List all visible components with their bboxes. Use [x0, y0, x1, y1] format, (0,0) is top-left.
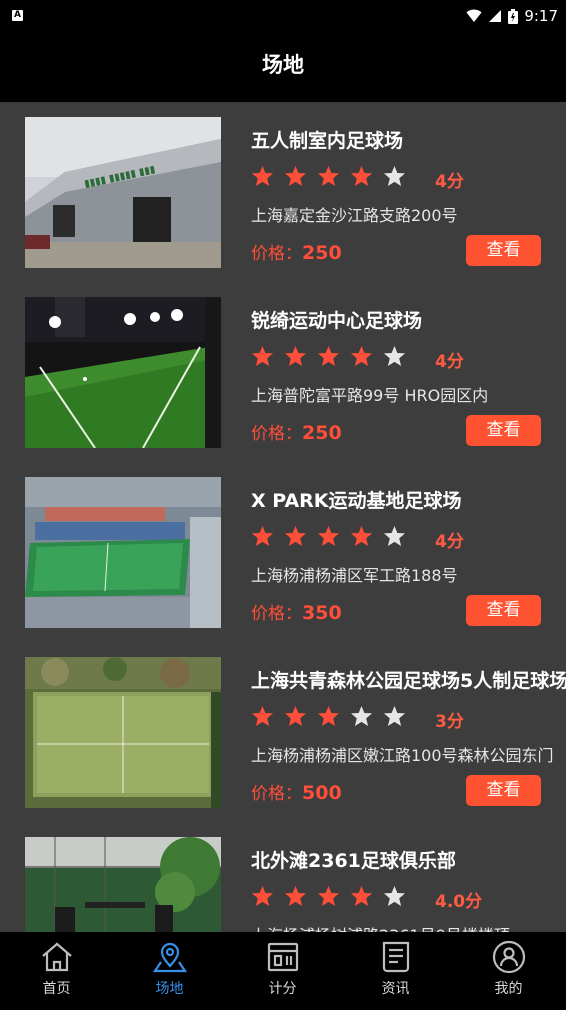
star-empty-icon	[383, 705, 406, 727]
venue-score: 4分	[435, 352, 464, 372]
price-label: 价格：	[251, 784, 302, 804]
title-bar: 场地	[0, 32, 566, 102]
status-bar: A 9:17	[0, 0, 566, 32]
venue-card[interactable]: 上海共青森林公园足球场5人制足球场 3分 上海杨浦杨浦区嫩江路100号森林公园东…	[0, 642, 566, 822]
venue-address: 上海普陀富平路99号 HRO园区内	[251, 386, 489, 405]
venue-address: 上海杨浦杨浦区军工路188号	[251, 566, 458, 585]
tab-label: 首页	[42, 981, 71, 997]
venue-name: X PARK运动基地足球场	[251, 490, 462, 512]
venue-price: 价格：250	[251, 419, 342, 444]
price-value: 500	[302, 782, 342, 804]
venue-photo	[25, 477, 221, 628]
star-filled-icon	[284, 885, 307, 907]
tab-venues[interactable]: 场地	[113, 932, 226, 1010]
venue-price: 价格：250	[251, 239, 342, 264]
price-label: 价格：	[251, 604, 302, 624]
clock: 9:17	[524, 7, 558, 25]
star-filled-icon	[284, 525, 307, 547]
notification-icon: A	[12, 10, 23, 21]
rating-stars	[251, 705, 406, 727]
tab-label: 场地	[155, 981, 184, 997]
venue-photo	[25, 297, 221, 448]
tab-label: 我的	[494, 981, 523, 997]
battery-icon	[508, 8, 519, 24]
price-label: 价格：	[251, 424, 302, 444]
tab-profile[interactable]: 我的	[452, 932, 565, 1010]
price-label: 价格：	[251, 244, 302, 264]
star-filled-icon	[284, 705, 307, 727]
map-pin-icon	[152, 942, 187, 973]
news-icon	[382, 941, 409, 973]
venue-price: 价格：500	[251, 779, 342, 804]
tab-label: 计分	[268, 981, 297, 997]
venue-card[interactable]: X PARK运动基地足球场 4分 上海杨浦杨浦区军工路188号 价格：350 查…	[0, 462, 566, 642]
star-filled-icon	[284, 345, 307, 367]
star-empty-icon	[383, 885, 406, 907]
venue-address: 上海杨浦杨树浦路2361号9号楼楼顶	[251, 922, 510, 932]
venue-score: 4.0分	[435, 892, 483, 912]
venue-address: 上海杨浦杨浦区嫩江路100号森林公园东门	[251, 746, 554, 765]
rating-stars	[251, 525, 406, 547]
star-empty-icon	[383, 345, 406, 367]
star-empty-icon	[350, 705, 373, 727]
star-filled-icon	[251, 705, 274, 727]
tab-home[interactable]: 首页	[0, 932, 113, 1010]
star-filled-icon	[317, 345, 340, 367]
page-title: 场地	[262, 53, 304, 77]
star-empty-icon	[383, 525, 406, 547]
rating-stars	[251, 345, 406, 367]
tab-news[interactable]: 资讯	[339, 932, 452, 1010]
venue-score: 4分	[435, 532, 464, 552]
price-value: 250	[302, 242, 342, 264]
venue-name: 锐绮运动中心足球场	[251, 310, 423, 332]
tab-label: 资讯	[381, 981, 410, 997]
star-filled-icon	[317, 165, 340, 187]
view-button[interactable]: 查看	[466, 415, 541, 446]
star-filled-icon	[350, 885, 373, 907]
venue-photo	[25, 657, 221, 808]
star-empty-icon	[383, 165, 406, 187]
star-filled-icon	[317, 705, 340, 727]
signal-icon	[489, 10, 502, 22]
star-filled-icon	[251, 525, 274, 547]
venue-address: 上海嘉定金沙江路支路200号	[251, 206, 458, 225]
price-value: 250	[302, 422, 342, 444]
venue-card[interactable]: 锐绮运动中心足球场 4分 上海普陀富平路99号 HRO园区内 价格：250 查看	[0, 282, 566, 462]
star-filled-icon	[350, 345, 373, 367]
venue-card[interactable]: ▮▮▮▮ ▮▮▮▮▮ ▮▮▮ 五人制室内足球场 4分 上海嘉定金沙江路支路200…	[0, 102, 566, 282]
user-icon	[492, 940, 525, 974]
view-button[interactable]: 查看	[466, 775, 541, 806]
bottom-tab-bar: 首页 场地 计分 资讯 我的	[0, 932, 566, 1010]
star-filled-icon	[350, 165, 373, 187]
price-value: 350	[302, 602, 342, 624]
venue-name: 上海共青森林公园足球场5人制足球场	[251, 670, 566, 692]
venue-name: 五人制室内足球场	[251, 130, 404, 152]
star-filled-icon	[284, 165, 307, 187]
star-filled-icon	[251, 345, 274, 367]
tab-score[interactable]: 计分	[226, 932, 339, 1010]
view-button[interactable]: 查看	[466, 595, 541, 626]
venue-photo: ▮▮▮▮ ▮▮▮▮▮ ▮▮▮	[25, 117, 221, 268]
rating-stars	[251, 885, 406, 907]
view-button[interactable]: 查看	[466, 235, 541, 266]
venue-score: 3分	[435, 712, 464, 732]
star-filled-icon	[350, 525, 373, 547]
wifi-icon	[466, 9, 482, 22]
star-filled-icon	[317, 525, 340, 547]
home-icon	[41, 942, 72, 972]
venue-score: 4分	[435, 172, 464, 192]
star-filled-icon	[251, 885, 274, 907]
venue-list[interactable]: ▮▮▮▮ ▮▮▮▮▮ ▮▮▮ 五人制室内足球场 4分 上海嘉定金沙江路支路200…	[0, 102, 566, 932]
venue-photo	[25, 837, 221, 932]
venue-name: 北外滩2361足球俱乐部	[251, 850, 456, 872]
venue-price: 价格：350	[251, 599, 342, 624]
rating-stars	[251, 165, 406, 187]
scoreboard-icon	[267, 942, 298, 972]
star-filled-icon	[251, 165, 274, 187]
star-filled-icon	[317, 885, 340, 907]
venue-card[interactable]: 北外滩2361足球俱乐部 4.0分 上海杨浦杨树浦路2361号9号楼楼顶	[0, 822, 566, 932]
